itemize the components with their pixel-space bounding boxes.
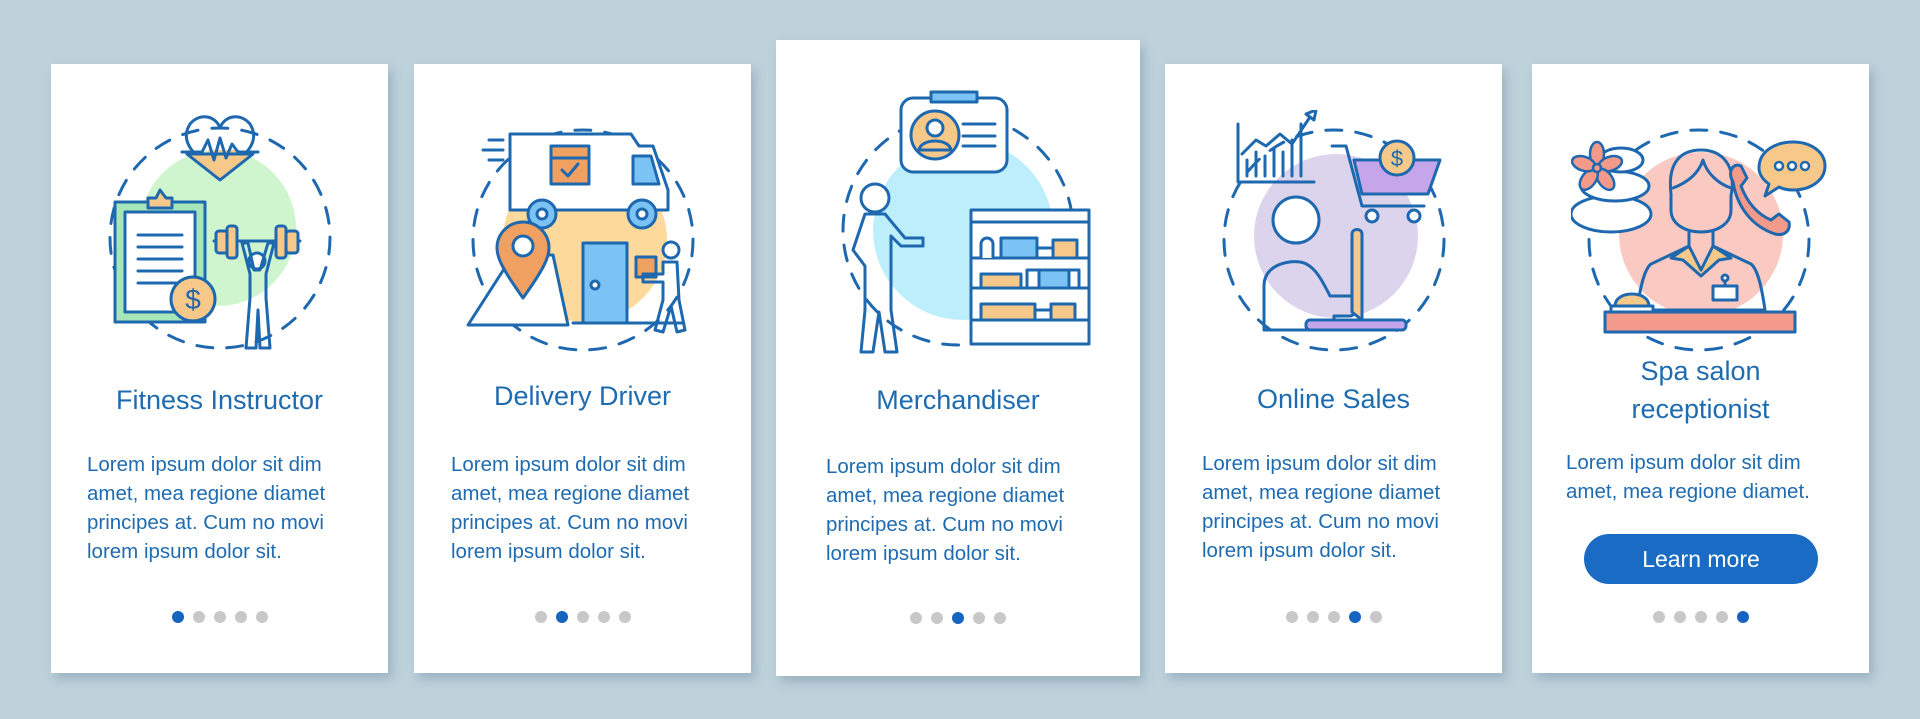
pagination-dots — [51, 611, 388, 623]
page-dot-1[interactable] — [534, 611, 547, 623]
page-dot-3[interactable] — [1327, 611, 1340, 623]
spa-receptionist-illustration — [1532, 64, 1869, 374]
page-dot-3-active[interactable] — [952, 612, 964, 624]
page-dot-2[interactable] — [931, 612, 943, 624]
merchandiser-illustration — [776, 40, 1140, 354]
card-description: Lorem ipsum dolor sit dim amet, mea regi… — [826, 455, 1065, 565]
spa-stones-flower-icon — [1570, 140, 1652, 234]
card-title: Fitness Instructor — [115, 385, 324, 415]
page-dot-5[interactable] — [1369, 611, 1382, 623]
card-title: Online Sales — [1256, 384, 1411, 414]
card-description: Lorem ipsum dolor sit dim amet, mea regi… — [1566, 451, 1810, 503]
page-dot-4[interactable] — [234, 611, 247, 623]
pagination-dots — [1532, 611, 1869, 623]
pagination-dots — [1165, 611, 1502, 623]
fitness-instructor-illustration: $ — [51, 64, 388, 374]
page-dot-4[interactable] — [1715, 611, 1728, 623]
page-dot-1[interactable] — [910, 612, 922, 624]
service-bell-icon — [1609, 292, 1654, 314]
store-shelf-icon — [969, 208, 1091, 346]
card-description: Lorem ipsum dolor sit dim amet, mea regi… — [451, 453, 690, 563]
card-title: Spa salon receptionist — [1532, 352, 1869, 428]
page-dot-5[interactable] — [994, 612, 1006, 624]
card-title-line-1: Spa salon — [1640, 356, 1761, 386]
pagination-dots — [414, 611, 751, 623]
page-dot-2[interactable] — [1306, 611, 1319, 623]
onboarding-card-delivery-driver: Delivery Driver Lorem ipsum dolor sit di… — [414, 64, 751, 673]
page-dot-2[interactable] — [192, 611, 205, 623]
dollar-coin-icon: $ — [169, 275, 216, 323]
onboarding-card-merchandiser: Merchandiser Lorem ipsum dolor sit dim a… — [776, 40, 1140, 676]
page-dot-4[interactable] — [597, 611, 610, 623]
page-dot-1-active[interactable] — [171, 611, 184, 623]
page-dot-3[interactable] — [213, 611, 226, 623]
page-dot-2[interactable] — [1673, 611, 1686, 623]
pagination-dots — [776, 612, 1140, 624]
card-title-line-2: receptionist — [1631, 394, 1770, 424]
page-dot-3[interactable] — [576, 611, 589, 623]
page-dot-3[interactable] — [1694, 611, 1707, 623]
page-dot-5[interactable] — [255, 611, 268, 623]
online-sales-illustration: $ — [1165, 64, 1502, 374]
page-dot-5[interactable] — [618, 611, 631, 623]
page-dot-4[interactable] — [973, 612, 985, 624]
onboarding-card-online-sales: $ Online Sales Lorem ipsum dolor sit dim… — [1165, 64, 1502, 673]
svg-text:$: $ — [185, 284, 201, 315]
page-dot-1[interactable] — [1652, 611, 1665, 623]
page-dot-4-active[interactable] — [1348, 611, 1361, 623]
card-description: Lorem ipsum dolor sit dim amet, mea regi… — [1202, 452, 1441, 562]
learn-more-button[interactable]: Learn more — [1584, 534, 1818, 584]
card-title: Merchandiser — [876, 385, 1040, 415]
delivery-driver-illustration — [414, 64, 751, 374]
card-description: Lorem ipsum dolor sit dim amet, mea regi… — [87, 453, 326, 563]
card-title: Delivery Driver — [493, 381, 672, 411]
reception-desk-icon — [1603, 310, 1796, 334]
svg-text:$: $ — [1390, 146, 1402, 171]
onboarding-card-fitness-instructor: $ Fitness Instructor Lorem ipsum dolor s… — [51, 64, 388, 673]
id-badge-icon — [899, 90, 1009, 174]
page-dot-5-active[interactable] — [1736, 611, 1749, 623]
onboarding-card-spa-receptionist: Spa salon receptionist Lorem ipsum dolor… — [1532, 64, 1869, 673]
page-dot-2-active[interactable] — [555, 611, 568, 623]
page-dot-1[interactable] — [1285, 611, 1298, 623]
